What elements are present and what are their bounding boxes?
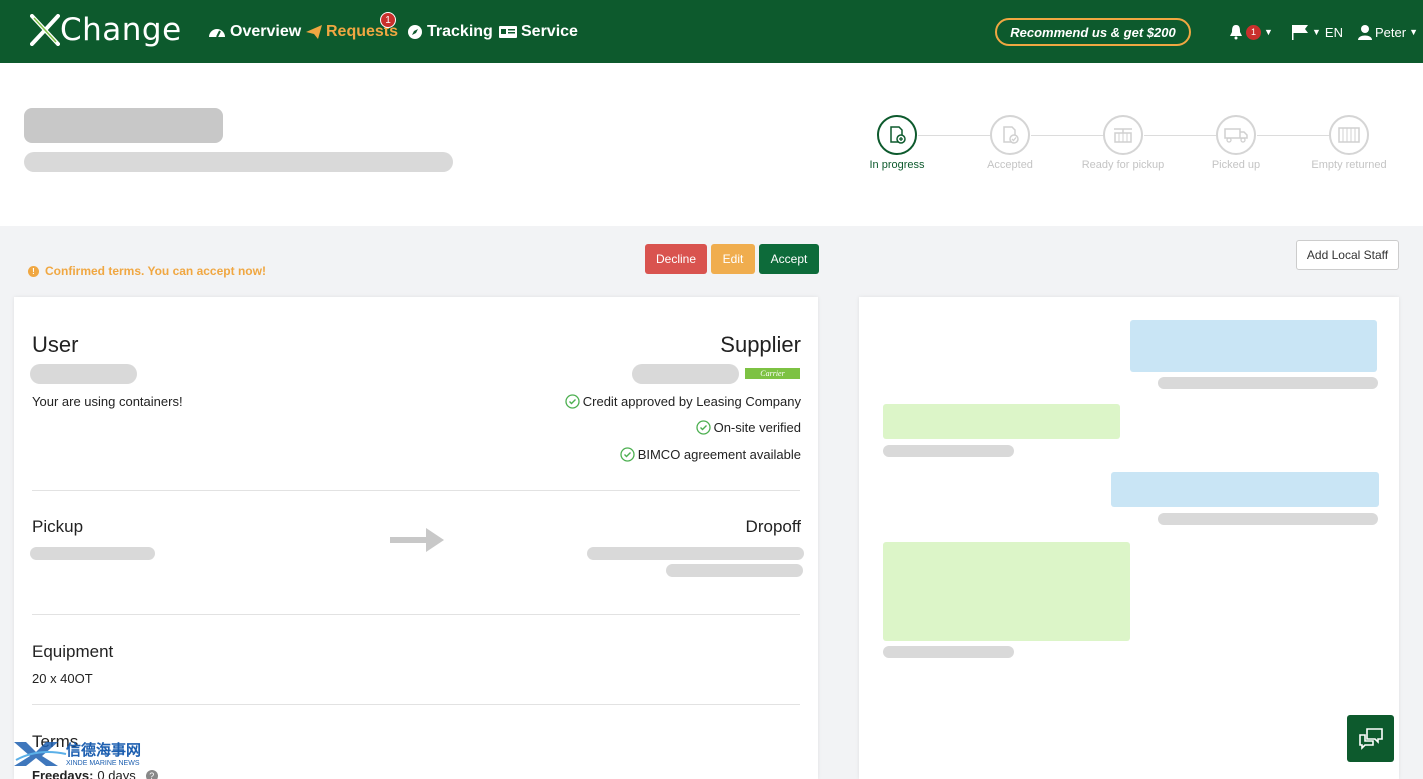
- pickup-location-placeholder: [30, 547, 155, 560]
- accept-button[interactable]: Accept: [759, 244, 819, 274]
- step-picked-up: Picked up: [1181, 115, 1291, 171]
- dashboard-icon: [209, 29, 225, 38]
- add-local-staff-button[interactable]: Add Local Staff: [1296, 240, 1399, 270]
- user-name: Peter: [1375, 24, 1407, 40]
- step-label: In progress: [869, 159, 925, 171]
- message-meta-placeholder: [883, 445, 1014, 457]
- message-bubble-outgoing: [1111, 472, 1379, 507]
- dropoff-address-placeholder: [666, 564, 803, 577]
- freedays-value: 0 days: [97, 768, 136, 779]
- notifications-menu[interactable]: 1 ▼: [1228, 22, 1273, 42]
- chevron-down-icon: ▼: [1409, 27, 1418, 37]
- arrow-right-icon: [390, 528, 444, 552]
- confirm-notice: ! Confirmed terms. You can accept now!: [28, 264, 266, 278]
- carrier-badge: Carrier: [745, 368, 800, 379]
- request-subtitle-placeholder: [24, 152, 453, 172]
- freedays-row: Freedays: 0 days ?: [32, 768, 158, 779]
- step-label: Accepted: [987, 159, 1033, 171]
- request-header: In progress Accepted Ready for pickup Pi…: [0, 63, 1423, 226]
- user-note: Your are using containers!: [32, 394, 183, 409]
- compass-icon: [408, 25, 422, 39]
- language-label: EN: [1324, 24, 1343, 40]
- language-menu[interactable]: ▼ EN: [1291, 22, 1343, 42]
- pickup-title: Pickup: [32, 517, 84, 536]
- step-accepted: Accepted: [955, 115, 1065, 171]
- nav-overview-label: Overview: [230, 23, 302, 40]
- chevron-down-icon: ▼: [1312, 27, 1321, 37]
- top-navbar: Change Overview Requests 1 Tracking Serv…: [0, 0, 1423, 63]
- document-plus-icon: [877, 115, 917, 155]
- edit-button[interactable]: Edit: [711, 244, 755, 274]
- flag-icon: [1292, 25, 1308, 40]
- truck-icon: [1216, 115, 1256, 155]
- container-crane-icon: [1103, 115, 1143, 155]
- nav-service[interactable]: Service: [499, 22, 578, 42]
- user-icon: [1358, 25, 1372, 40]
- request-details-card: User Your are using containers! Supplier…: [14, 297, 818, 779]
- document-check-icon: [990, 115, 1030, 155]
- paper-plane-icon: [306, 25, 322, 39]
- section-divider: [32, 490, 800, 491]
- equipment-title: Equipment: [32, 642, 114, 661]
- chat-button[interactable]: [1347, 715, 1394, 762]
- watermark-logo: [14, 742, 67, 766]
- recommend-button[interactable]: Recommend us & get $200: [995, 18, 1191, 46]
- check-circle-icon: [695, 420, 711, 435]
- user-title: User: [32, 332, 79, 357]
- nav-tracking[interactable]: Tracking: [407, 22, 493, 42]
- dropoff-title: Dropoff: [745, 517, 801, 536]
- check-circle-icon: [620, 447, 635, 462]
- step-label: Empty returned: [1311, 159, 1387, 171]
- logo-x-icon: [30, 14, 60, 46]
- message-meta-placeholder: [883, 646, 1014, 658]
- equipment-value: 20 x 40OT: [32, 671, 93, 686]
- chat-bubbles-icon: [1358, 727, 1383, 750]
- supplier-title: Supplier: [720, 332, 801, 357]
- requests-badge: 1: [380, 12, 396, 28]
- message-bubble-incoming: [883, 404, 1120, 439]
- request-title-placeholder: [24, 108, 223, 143]
- nav-tracking-label: Tracking: [427, 23, 493, 40]
- message-meta-placeholder: [1158, 377, 1378, 389]
- step-in-progress: In progress: [842, 115, 952, 171]
- message-bubble-incoming: [883, 542, 1130, 641]
- watermark-en: XINDE MARINE NEWS: [66, 760, 140, 767]
- notice-text: Confirmed terms. You can accept now!: [45, 264, 266, 278]
- brand-name: Change: [60, 12, 182, 48]
- verification-credit: Credit approved by Leasing Company: [565, 394, 801, 409]
- id-card-icon: [499, 26, 517, 38]
- decline-button[interactable]: Decline: [645, 244, 707, 274]
- notification-count: 1: [1246, 24, 1261, 40]
- message-meta-placeholder: [1158, 513, 1378, 525]
- message-bubble-outgoing: [1130, 320, 1377, 372]
- watermark: 信德海事网 XINDE MARINE NEWS: [12, 738, 141, 768]
- step-empty-returned: Empty returned: [1294, 115, 1404, 171]
- section-divider: [32, 704, 800, 705]
- chevron-down-icon: ▼: [1264, 27, 1273, 37]
- brand-logo[interactable]: Change: [30, 12, 182, 48]
- container-icon: [1329, 115, 1369, 155]
- verification-onsite: On-site verified: [695, 420, 801, 435]
- watermark-cn: 信德海事网: [66, 741, 142, 759]
- step-ready-for-pickup: Ready for pickup: [1068, 115, 1178, 171]
- supplier-name-placeholder: [632, 364, 739, 384]
- user-menu[interactable]: Peter ▼: [1357, 22, 1418, 42]
- step-label: Ready for pickup: [1081, 159, 1165, 171]
- dropoff-location-placeholder: [587, 547, 804, 560]
- section-divider: [32, 614, 800, 615]
- step-label: Picked up: [1211, 159, 1261, 171]
- bell-icon: [1230, 25, 1242, 40]
- freedays-label: Freedays:: [32, 768, 94, 779]
- exclamation-icon: !: [28, 265, 39, 277]
- verification-bimco: BIMCO agreement available: [620, 447, 801, 462]
- check-circle-icon: [565, 394, 580, 409]
- help-icon[interactable]: ?: [145, 769, 158, 779]
- chat-panel: [859, 297, 1399, 779]
- nav-service-label: Service: [521, 23, 578, 40]
- user-name-placeholder: [30, 364, 137, 384]
- nav-overview[interactable]: Overview: [208, 22, 301, 42]
